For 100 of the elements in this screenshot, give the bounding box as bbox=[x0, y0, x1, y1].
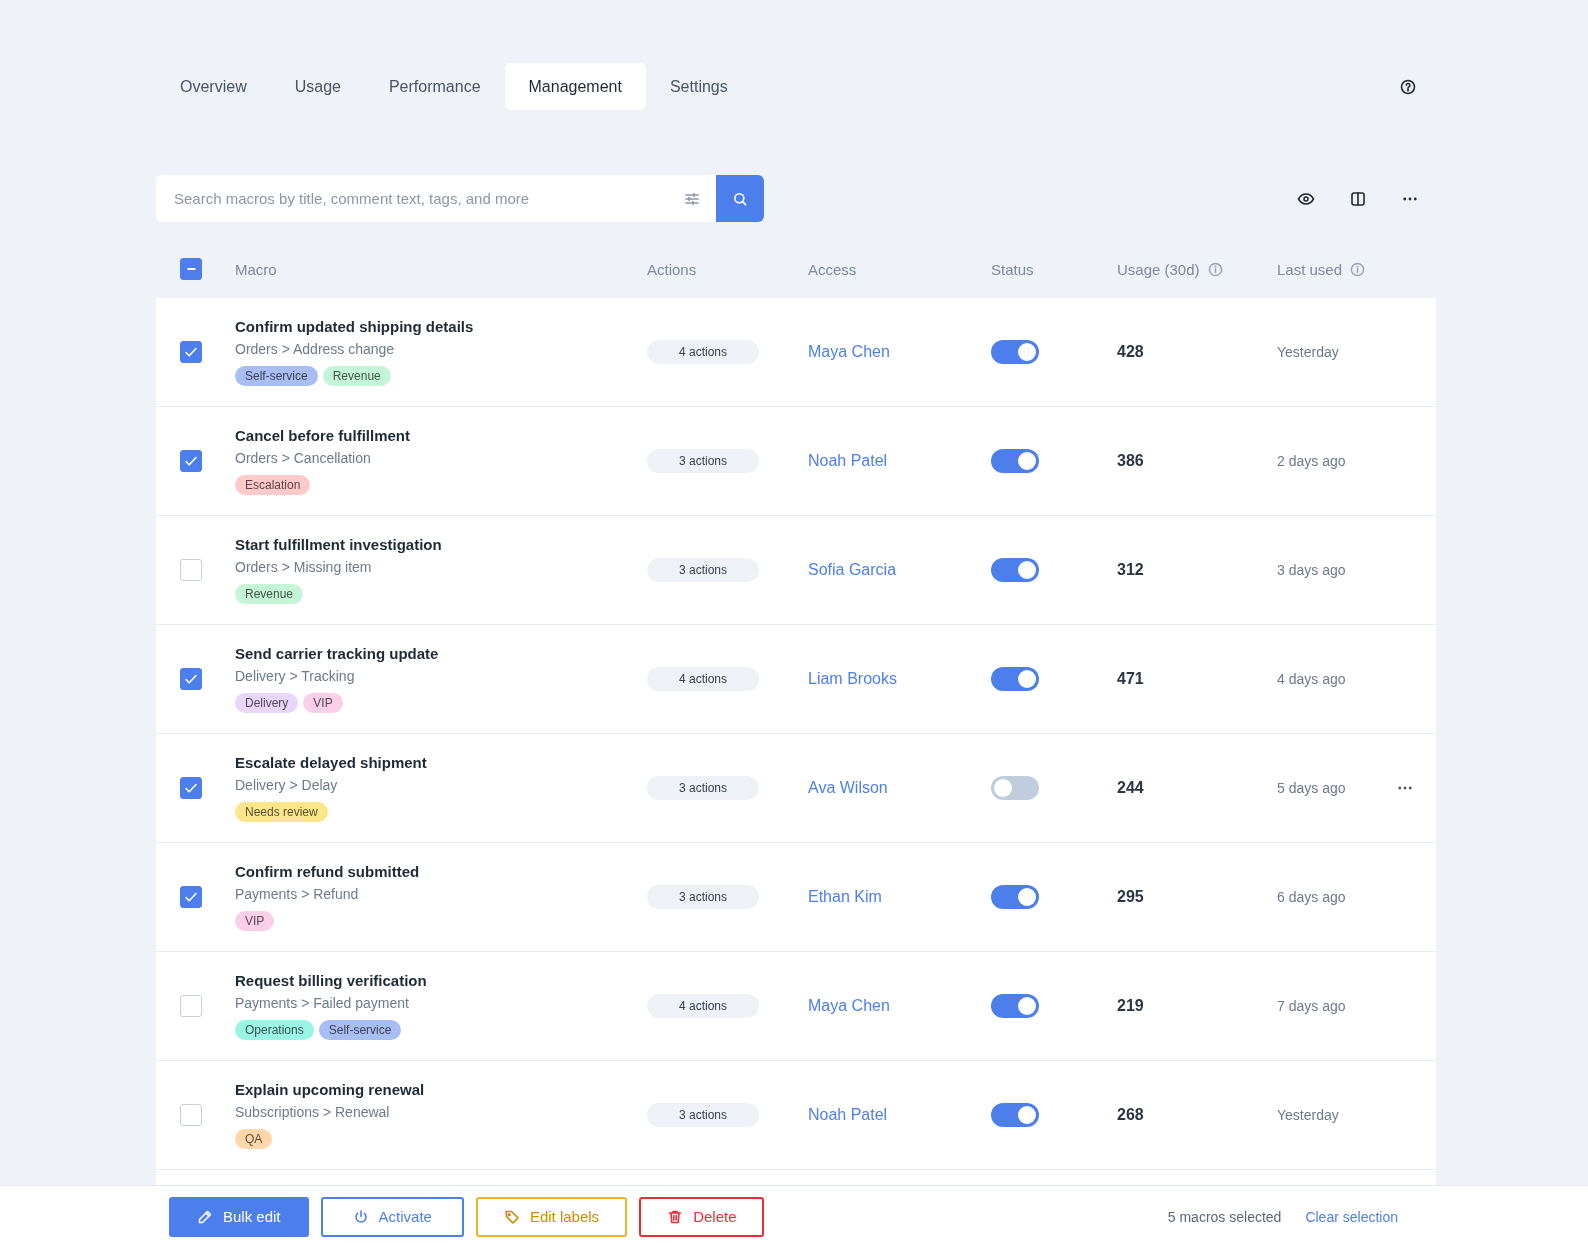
checkbox[interactable] bbox=[180, 450, 202, 472]
last-used: 2 days ago bbox=[1277, 453, 1346, 469]
actions-count: 4 actions bbox=[647, 340, 759, 364]
search-field[interactable]: Search macros by title, comment text, tags, and more bbox=[156, 175, 716, 222]
tab[interactable]: Usage bbox=[270, 63, 365, 110]
tag: Needs review bbox=[235, 802, 328, 822]
checkbox[interactable] bbox=[180, 777, 202, 799]
macro-title: Request billing verification bbox=[235, 972, 427, 989]
category-path: Subscriptions > Renewal bbox=[235, 1104, 390, 1120]
checkbox[interactable] bbox=[180, 886, 202, 908]
actions-count: 3 actions bbox=[647, 449, 759, 473]
tag: Revenue bbox=[322, 366, 391, 386]
category-path: Orders > Address change bbox=[235, 341, 395, 357]
more-icon bbox=[1403, 196, 1417, 201]
status-toggle[interactable] bbox=[991, 558, 1039, 582]
checkbox[interactable] bbox=[180, 995, 202, 1017]
actions-count: 3 actions bbox=[647, 558, 759, 582]
category-path: Orders > Cancellation bbox=[235, 450, 371, 466]
bulk-action-button[interactable]: Delete bbox=[639, 1196, 765, 1237]
more-icon bbox=[1398, 786, 1412, 790]
usage-count: 386 bbox=[1117, 452, 1144, 470]
last-used: 5 days ago bbox=[1277, 780, 1346, 796]
actions-count: 3 actions bbox=[647, 1103, 759, 1127]
bulk-action-button[interactable]: Edit labels bbox=[475, 1196, 628, 1237]
last-used: 4 days ago bbox=[1277, 671, 1346, 687]
column-header: Actions bbox=[647, 260, 697, 278]
status-toggle[interactable] bbox=[991, 340, 1039, 364]
usage-count: 268 bbox=[1117, 1106, 1144, 1124]
category-path: Delivery > Delay bbox=[235, 777, 338, 793]
usage-count: 219 bbox=[1117, 997, 1144, 1015]
actions-count: 3 actions bbox=[647, 776, 759, 800]
last-used: Yesterday bbox=[1277, 344, 1339, 360]
tag-icon bbox=[503, 1208, 520, 1225]
column-header: Access bbox=[808, 260, 857, 278]
owner-link[interactable]: Ava Wilson bbox=[808, 779, 888, 797]
tab[interactable]: Settings bbox=[645, 63, 752, 110]
columns-icon bbox=[1349, 189, 1367, 208]
checkbox[interactable] bbox=[180, 341, 202, 363]
owner-link[interactable]: Noah Patel bbox=[808, 452, 888, 470]
macro-title: Cancel before fulfillment bbox=[235, 427, 411, 444]
usage-count: 244 bbox=[1117, 779, 1144, 797]
checkbox[interactable] bbox=[180, 668, 202, 690]
column-header: Last used bbox=[1277, 260, 1343, 278]
macro-title: Confirm updated shipping details bbox=[235, 318, 474, 335]
clear-selection-link[interactable]: Clear selection bbox=[1305, 1208, 1398, 1225]
column-header: Macro bbox=[235, 260, 277, 278]
tag: Revenue bbox=[235, 584, 304, 604]
help-icon[interactable] bbox=[1400, 78, 1416, 95]
tag: QA bbox=[235, 1129, 273, 1149]
owner-link[interactable]: Noah Patel bbox=[808, 1106, 888, 1124]
column-header: Status bbox=[991, 260, 1034, 278]
status-toggle[interactable] bbox=[991, 449, 1039, 473]
macro-title: Escalate delayed shipment bbox=[235, 754, 427, 771]
actions-count: 4 actions bbox=[647, 994, 759, 1018]
status-toggle[interactable] bbox=[991, 994, 1039, 1018]
owner-link[interactable]: Liam Brooks bbox=[808, 670, 897, 688]
tag: Operations bbox=[235, 1020, 314, 1040]
tag: VIP bbox=[235, 911, 275, 931]
tag: Escalation bbox=[235, 475, 311, 495]
owner-link[interactable]: Ethan Kim bbox=[808, 888, 882, 906]
usage-count: 428 bbox=[1117, 343, 1144, 361]
filter-icon bbox=[684, 190, 700, 207]
tab[interactable]: Performance bbox=[364, 63, 505, 110]
macro-title: Start fulfillment investigation bbox=[235, 536, 442, 553]
status-toggle[interactable] bbox=[991, 667, 1039, 691]
column-header: Usage (30d) bbox=[1117, 260, 1200, 278]
status-toggle[interactable] bbox=[991, 885, 1039, 909]
selection-count: 5 macros selected bbox=[1167, 1208, 1282, 1225]
search-icon bbox=[732, 190, 748, 207]
pencil-icon bbox=[197, 1208, 213, 1225]
owner-link[interactable]: Maya Chen bbox=[808, 997, 890, 1015]
tag: Delivery bbox=[235, 693, 299, 713]
tag: Self-service bbox=[318, 1020, 402, 1040]
trash-icon bbox=[667, 1208, 684, 1225]
macro-title: Send carrier tracking update bbox=[235, 645, 439, 662]
checkbox[interactable] bbox=[180, 1104, 202, 1126]
usage-count: 312 bbox=[1117, 561, 1144, 579]
search-input[interactable]: Search macros by title, comment text, tags, and more bbox=[172, 189, 684, 208]
bulk-action-button[interactable]: Bulk edit bbox=[169, 1196, 309, 1237]
status-toggle[interactable] bbox=[991, 1103, 1039, 1127]
last-used: 7 days ago bbox=[1277, 998, 1346, 1014]
last-used: 6 days ago bbox=[1277, 889, 1346, 905]
macro-title: Confirm refund submitted bbox=[235, 863, 420, 880]
owner-link[interactable]: Maya Chen bbox=[808, 343, 890, 361]
last-used: Yesterday bbox=[1277, 1107, 1339, 1123]
checkbox[interactable] bbox=[180, 559, 202, 581]
bulk-action-button[interactable]: Activate bbox=[320, 1196, 464, 1237]
usage-count: 471 bbox=[1117, 670, 1144, 688]
category-path: Orders > Missing item bbox=[235, 559, 372, 575]
usage-count: 295 bbox=[1117, 888, 1144, 906]
owner-link[interactable]: Sofia Garcia bbox=[808, 561, 897, 579]
power-icon bbox=[352, 1208, 369, 1225]
tag: Self-service bbox=[235, 366, 318, 386]
minus-icon bbox=[186, 268, 196, 270]
tab[interactable]: Management bbox=[504, 63, 646, 110]
search-button[interactable] bbox=[716, 175, 764, 222]
checkbox[interactable] bbox=[180, 258, 202, 280]
tab[interactable]: Overview bbox=[156, 63, 271, 110]
status-toggle[interactable] bbox=[991, 776, 1039, 800]
actions-count: 4 actions bbox=[647, 667, 759, 691]
